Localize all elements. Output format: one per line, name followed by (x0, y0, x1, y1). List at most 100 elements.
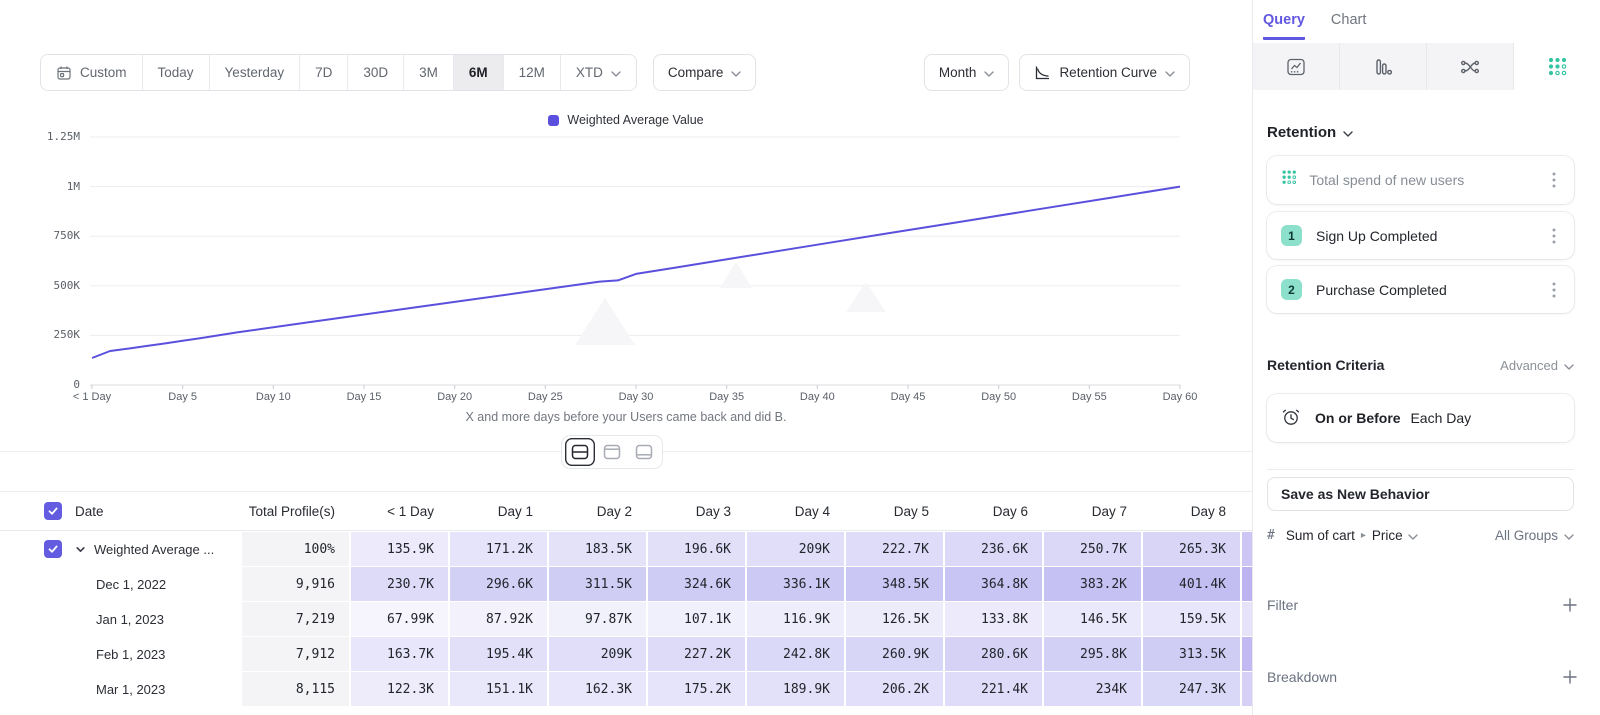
chart-legend[interactable]: Weighted Average Value (0, 113, 1252, 127)
behavior-card[interactable]: Total spend of new users (1267, 156, 1574, 204)
range-6m[interactable]: 6M (453, 55, 503, 90)
retention-value-cell[interactable]: 222.7K (846, 532, 943, 566)
retention-value-cell[interactable]: 280.6K (945, 637, 1042, 671)
report-tab-retention-icon[interactable] (1514, 43, 1600, 90)
range-3m[interactable]: 3M (403, 55, 453, 90)
criteria-condition[interactable]: On or Before (1315, 410, 1401, 426)
split-view-button[interactable] (565, 438, 595, 466)
retention-value-cell[interactable]: 171.2K (450, 532, 547, 566)
criteria-window[interactable]: Each Day (1410, 410, 1471, 426)
retention-value-cell[interactable]: 151.1K (450, 672, 547, 706)
range-today[interactable]: Today (142, 55, 209, 90)
retention-value-cell[interactable]: 146.5K (1044, 602, 1141, 636)
retention-value-cell[interactable]: 209K (747, 532, 844, 566)
advanced-dropdown[interactable]: Advanced (1500, 358, 1574, 373)
step-card-2[interactable]: 2Purchase Completed (1267, 266, 1574, 313)
retention-value-cell[interactable]: 133.8K (945, 602, 1042, 636)
retention-value-cell[interactable]: 260.9K (846, 637, 943, 671)
retention-value-cell[interactable]: 236.6K (945, 532, 1042, 566)
retention-value-cell[interactable]: 107.1K (648, 602, 745, 636)
retention-value-cell[interactable]: 324.6K (648, 567, 745, 601)
retention-value-cell[interactable]: 195.4K (450, 637, 547, 671)
range-30d[interactable]: 30D (347, 55, 403, 90)
retention-value-cell[interactable]: 87.92K (450, 602, 547, 636)
retention-value-cell[interactable]: 97.87K (549, 602, 646, 636)
retention-value-cell[interactable]: 183.5K (549, 532, 646, 566)
retention-value-cell[interactable]: 163.7K (351, 637, 448, 671)
retention-value-cell[interactable]: 116.9K (747, 602, 844, 636)
retention-value-cell[interactable]: 295.8K (1044, 637, 1141, 671)
retention-value-cell[interactable]: 67.99K (351, 602, 448, 636)
retention-value-cell[interactable]: 383.2K (1044, 567, 1141, 601)
total-profiles-cell[interactable]: 9,916 (242, 567, 349, 601)
retention-value-cell[interactable]: 221.4K (945, 672, 1042, 706)
retention-value-cell[interactable]: 175.2K (648, 672, 745, 706)
range-label: 6M (469, 65, 488, 80)
step-card-1[interactable]: 1Sign Up Completed (1267, 212, 1574, 259)
retention-value-cell[interactable]: 196.6K (648, 532, 745, 566)
retention-value-cell[interactable]: 313.5K (1143, 637, 1240, 671)
chart-only-view-button[interactable] (597, 438, 627, 466)
range-12m[interactable]: 12M (503, 55, 560, 90)
retention-value-cell[interactable]: 250.7K (1044, 532, 1141, 566)
measure-property-dropdown[interactable]: Sum of cart ▸ Price (1286, 528, 1418, 543)
date-column-header: Date (0, 492, 240, 530)
date-header-label: Date (75, 504, 104, 519)
row-checkbox[interactable] (44, 540, 62, 558)
chevron-down-icon (731, 65, 741, 80)
granularity-button[interactable]: Month (924, 54, 1010, 91)
report-tab-flows-icon[interactable] (1427, 43, 1514, 90)
report-tab-funnels-icon[interactable] (1340, 43, 1427, 90)
range-label: 7D (315, 65, 332, 80)
kebab-menu-icon[interactable] (1548, 224, 1560, 248)
all-groups-dropdown[interactable]: All Groups (1495, 528, 1574, 543)
total-profiles-cell[interactable]: 8,115 (242, 672, 349, 706)
chart-type-button[interactable]: Retention Curve (1019, 54, 1190, 91)
range-yesterday[interactable]: Yesterday (209, 55, 300, 90)
retention-value-cell[interactable]: 234K (1044, 672, 1141, 706)
retention-value-cell[interactable]: 126.5K (846, 602, 943, 636)
range-custom[interactable]: Custom (41, 55, 142, 90)
retention-value-cell[interactable]: 401.4K (1143, 567, 1240, 601)
tab-query[interactable]: Query (1263, 12, 1305, 40)
kebab-menu-icon[interactable] (1548, 278, 1560, 302)
row-expand-chevron-icon[interactable] (75, 544, 86, 555)
retention-value-cell[interactable]: 230.7K (351, 567, 448, 601)
total-profiles-cell[interactable]: 7,219 (242, 602, 349, 636)
compare-button[interactable]: Compare (653, 54, 757, 91)
retention-value-cell[interactable]: 348.5K (846, 567, 943, 601)
retention-value-cell[interactable]: 159.5K (1143, 602, 1240, 636)
select-all-checkbox[interactable] (44, 502, 62, 520)
range-7d[interactable]: 7D (299, 55, 347, 90)
retention-value-cell[interactable]: 209K (549, 637, 646, 671)
retention-value-cell[interactable]: 336.1K (747, 567, 844, 601)
range-xtd[interactable]: XTD (560, 55, 636, 90)
retention-table: DateTotal Profile(s)< 1 DayDay 1Day 2Day… (0, 491, 1252, 715)
tab-chart[interactable]: Chart (1331, 12, 1366, 40)
retention-value-cell[interactable]: 265.3K (1143, 532, 1240, 566)
column-header-day-8: Day 8 (1143, 492, 1240, 530)
retention-criteria-label: Retention Criteria (1267, 357, 1384, 373)
retention-value-cell[interactable]: 296.6K (450, 567, 547, 601)
advanced-label: Advanced (1500, 358, 1558, 373)
retention-value-cell[interactable]: 189.9K (747, 672, 844, 706)
retention-value-cell[interactable]: 206.2K (846, 672, 943, 706)
table-only-view-button[interactable] (629, 438, 659, 466)
retention-value-cell[interactable]: 364.8K (945, 567, 1042, 601)
save-behavior-button[interactable]: Save as New Behavior (1267, 477, 1574, 511)
retention-section-dropdown[interactable]: Retention (1267, 124, 1353, 141)
add-breakdown-button[interactable] (1562, 669, 1578, 685)
total-profiles-cell[interactable]: 100% (242, 532, 349, 566)
step-label: Sign Up Completed (1316, 228, 1534, 244)
retention-value-cell[interactable]: 135.9K (351, 532, 448, 566)
retention-value-cell[interactable]: 242.8K (747, 637, 844, 671)
total-profiles-cell[interactable]: 7,912 (242, 637, 349, 671)
kebab-menu-icon[interactable] (1548, 168, 1560, 192)
retention-value-cell[interactable]: 162.3K (549, 672, 646, 706)
retention-value-cell[interactable]: 227.2K (648, 637, 745, 671)
report-tab-insights-icon[interactable] (1253, 43, 1340, 90)
retention-value-cell[interactable]: 247.3K (1143, 672, 1240, 706)
retention-value-cell[interactable]: 311.5K (549, 567, 646, 601)
retention-value-cell[interactable]: 122.3K (351, 672, 448, 706)
add-filter-button[interactable] (1562, 597, 1578, 613)
